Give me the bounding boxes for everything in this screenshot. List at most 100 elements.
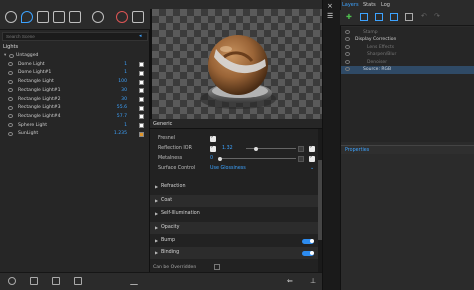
light-color-swatch[interactable] — [139, 88, 144, 94]
light-intensity-value[interactable]: 30 — [121, 88, 127, 93]
section-toggle[interactable] — [302, 238, 314, 244]
tree-row[interactable]: ▾ Untagged — [0, 52, 150, 61]
folder-icon[interactable] — [30, 277, 38, 285]
tree-row[interactable]: Dome Light#1 1 — [0, 69, 150, 78]
light-toggle-icon[interactable] — [8, 79, 13, 84]
undo-icon[interactable]: ↶ — [421, 12, 427, 20]
light-color-swatch[interactable] — [139, 114, 144, 120]
light-color-swatch[interactable] — [139, 131, 144, 137]
light-intensity-value[interactable]: 30 — [121, 97, 127, 102]
can-be-overridden-checkbox[interactable] — [214, 264, 220, 270]
metalness-slider[interactable] — [222, 158, 296, 159]
ior-map-checkbox[interactable] — [309, 144, 315, 152]
pin-icon[interactable]: ⊥ — [310, 277, 316, 285]
render-teapot-icon[interactable] — [116, 11, 128, 23]
reflection-ior-value[interactable]: 1.32 — [222, 146, 233, 151]
layer-visibility-icon[interactable] — [345, 29, 350, 34]
light-intensity-value[interactable]: 1.235 — [114, 131, 127, 136]
back-arrow-icon[interactable]: ⇐ — [287, 277, 293, 285]
add-light-icon[interactable] — [8, 277, 16, 285]
section-opacity[interactable]: ▶ Opacity — [150, 222, 318, 234]
light-color-swatch[interactable] — [139, 123, 144, 129]
light-color-swatch[interactable] — [139, 79, 144, 85]
expand-arrow-icon[interactable]: ▶ — [155, 184, 158, 189]
geometry-icon[interactable] — [37, 11, 49, 23]
light-toggle-icon[interactable] — [8, 62, 13, 67]
close-icon[interactable]: × — [327, 2, 333, 10]
visibility-icon[interactable] — [9, 53, 14, 58]
tree-row[interactable]: Dome Light 1 — [0, 61, 150, 70]
light-toggle-icon[interactable] — [8, 88, 13, 93]
layer-row[interactable]: Source: RGB — [341, 65, 474, 74]
light-color-swatch[interactable] — [139, 97, 144, 102]
section-binding[interactable]: ▶ Binding — [150, 247, 318, 259]
frame-buffer-icon[interactable] — [132, 11, 144, 23]
light-toggle-icon[interactable] — [8, 70, 13, 75]
metalness-map-checkbox[interactable] — [309, 154, 315, 162]
light-toggle-icon[interactable] — [8, 131, 13, 136]
tree-row[interactable]: Rectangle Light#3 55.6 — [0, 104, 150, 113]
lights-icon[interactable] — [21, 11, 33, 23]
layer-preset-icon[interactable] — [360, 13, 368, 21]
tab-log[interactable]: Log — [381, 2, 390, 10]
save-layers-icon[interactable] — [390, 13, 398, 21]
expand-arrow-icon[interactable]: ▶ — [155, 250, 158, 255]
layer-visibility-icon[interactable] — [345, 59, 350, 64]
reflection-ior-slider-handle[interactable] — [254, 146, 258, 151]
light-toggle-icon[interactable] — [8, 97, 13, 101]
ior-map-slot[interactable] — [298, 145, 304, 152]
tree-row[interactable]: Rectangle Light#2 30 — [0, 96, 150, 105]
section-self-illumination[interactable]: ▶ Self-Illumination — [150, 208, 318, 220]
search-icon[interactable]: ◂ — [139, 33, 146, 39]
menu-icon[interactable]: ☰ — [327, 12, 333, 20]
metalness-map-slot[interactable] — [298, 155, 304, 162]
fresnel-checkbox[interactable] — [210, 134, 216, 142]
section-bump[interactable]: ▶ Bump — [150, 235, 318, 247]
redo-icon[interactable]: ↷ — [434, 12, 440, 20]
surface-control-dropdown[interactable]: Use Glossiness — [210, 166, 246, 171]
scene-search-input[interactable] — [2, 32, 148, 41]
tab-layers[interactable]: Layers — [342, 2, 359, 10]
load-layers-icon[interactable] — [375, 13, 383, 21]
expand-arrow-icon[interactable]: ▾ — [4, 53, 6, 58]
layers-stack-icon[interactable] — [53, 11, 65, 23]
light-toggle-icon[interactable] — [8, 123, 13, 128]
layer-visibility-icon[interactable] — [345, 37, 350, 41]
light-intensity-value[interactable]: 55.6 — [117, 105, 127, 110]
light-intensity-value[interactable]: 1 — [124, 70, 127, 75]
tree-row[interactable]: Rectangle Light#1 30 — [0, 87, 150, 96]
light-intensity-value[interactable]: 100 — [118, 79, 127, 84]
delete-layer-icon[interactable] — [405, 13, 413, 21]
light-intensity-value[interactable]: 1 — [124, 123, 127, 128]
tree-row[interactable]: Rectangle Light 100 — [0, 78, 150, 87]
settings-gear-icon[interactable] — [92, 11, 104, 23]
tree-row[interactable]: Sphere Light 1 — [0, 122, 150, 131]
layer-visibility-icon[interactable] — [345, 52, 350, 56]
light-color-swatch[interactable] — [139, 105, 144, 111]
texture-icon[interactable] — [69, 11, 81, 23]
reflection-ior-checkbox[interactable] — [210, 144, 216, 152]
section-toggle[interactable] — [302, 250, 314, 256]
light-intensity-value[interactable]: 1 — [124, 62, 127, 67]
chevron-down-icon[interactable]: ⌄ — [310, 165, 314, 171]
tree-row[interactable]: SunLight 1.235 — [0, 130, 150, 139]
render-elements-icon[interactable] — [5, 11, 17, 23]
layer-visibility-icon[interactable] — [345, 67, 350, 71]
light-toggle-icon[interactable] — [8, 114, 13, 119]
light-color-swatch[interactable] — [139, 62, 144, 68]
expand-arrow-icon[interactable]: ▶ — [155, 238, 158, 243]
expand-arrow-icon[interactable]: ▶ — [155, 198, 158, 203]
light-toggle-icon[interactable] — [8, 105, 13, 110]
save-icon[interactable] — [52, 277, 60, 285]
tab-stats[interactable]: Stats — [363, 2, 376, 10]
section-coat[interactable]: ▶ Coat — [150, 195, 318, 207]
section-refraction[interactable]: ▶ Refraction — [150, 181, 318, 193]
light-mix-icon[interactable] — [130, 277, 138, 285]
expand-arrow-icon[interactable]: ▶ — [155, 225, 158, 230]
tree-row[interactable]: Rectangle Light#4 57.7 — [0, 113, 150, 122]
layer-visibility-icon[interactable] — [345, 44, 350, 49]
delete-icon[interactable] — [74, 277, 82, 285]
metalness-value[interactable]: 0 — [210, 156, 213, 161]
light-color-swatch[interactable] — [139, 70, 144, 76]
add-layer-icon[interactable]: ✚ — [346, 13, 352, 21]
